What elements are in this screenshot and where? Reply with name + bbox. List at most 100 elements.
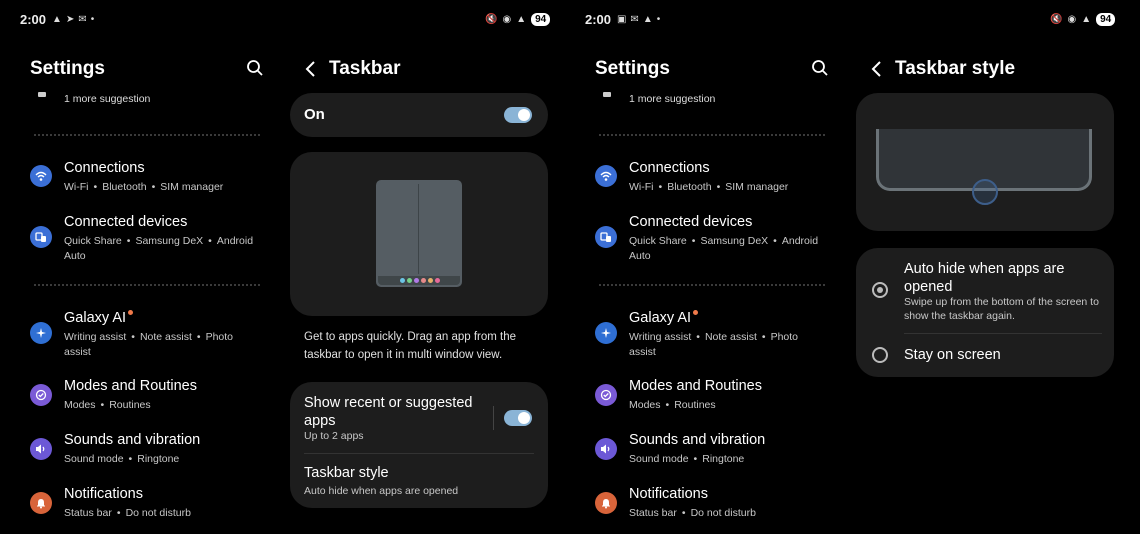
notification-icon: ▲	[642, 13, 653, 25]
master-switch-label: On	[304, 106, 325, 123]
telegram-icon: ➤	[65, 13, 75, 25]
sub-bluetooth: Bluetooth	[102, 181, 147, 193]
status-bar-right: 2:00 ▣ ✉ ▲ •	[585, 0, 664, 38]
gmail-icon: ✉	[78, 13, 87, 25]
sub-note: Note assist	[139, 331, 192, 343]
item-subtitle: Writing assist • Note assist • Photo assist	[64, 331, 234, 358]
toggle-knob	[518, 109, 530, 121]
sub-modes: Modes	[629, 399, 661, 411]
sub-dex: Samsung DeX	[700, 235, 769, 247]
item-title: Modes and Routines	[629, 378, 762, 394]
item-subtitle: Writing assist • Note assist • Photo assist	[629, 331, 799, 358]
devices-icon	[595, 226, 617, 248]
modes-icon	[30, 384, 52, 406]
settings-panel-right: Settings 1 more suggestion Connections W…	[595, 38, 835, 534]
master-toggle[interactable]	[504, 107, 532, 123]
item-title: Connected devices	[64, 214, 188, 230]
sub-status-bar: Status bar	[629, 507, 677, 519]
back-icon[interactable]	[870, 60, 884, 78]
wifi-icon	[30, 165, 52, 187]
sub-ringtone: Ringtone	[702, 453, 745, 465]
back-icon[interactable]	[304, 60, 318, 78]
sub-wifi: Wi-Fi	[629, 181, 654, 193]
item-title: Sounds and vibration	[629, 432, 766, 448]
item-title: Sounds and vibration	[64, 432, 201, 448]
item-title: Galaxy AI	[64, 310, 134, 326]
sub-routines: Routines	[109, 399, 151, 411]
signal-icon: ▲	[1081, 13, 1092, 25]
option-stay-title: Stay on screen	[904, 347, 1001, 363]
status-icons-left: 🔇 ◉ ▲ 94	[485, 0, 551, 38]
item-title-text: Galaxy AI	[629, 310, 692, 326]
bell-icon	[595, 492, 617, 514]
page-title: Settings	[595, 58, 670, 79]
item-title: Connections	[629, 160, 710, 176]
suggestion-link[interactable]: 1 more suggestion	[629, 93, 715, 105]
search-icon[interactable]	[246, 59, 264, 77]
item-subtitle: Status bar • Do not disturb	[629, 507, 756, 519]
taskbar-style-preview	[856, 93, 1114, 231]
item-title: Galaxy AI	[629, 310, 699, 326]
sub-sim: SIM manager	[160, 181, 224, 193]
item-title: Notifications	[629, 486, 708, 502]
show-recent-toggle[interactable]	[504, 410, 532, 426]
item-title: Connections	[64, 160, 145, 176]
option-stay-on-screen[interactable]: Stay on screen	[856, 334, 1114, 377]
screenshot-icon: ▣	[617, 13, 627, 25]
option-auto-hide-title: Auto hide when apps are opened	[904, 261, 1065, 295]
sub-sound-mode: Sound mode	[629, 453, 689, 465]
sound-icon	[30, 438, 52, 460]
item-subtitle: Status bar • Do not disturb	[64, 507, 191, 519]
sub-modes: Modes	[64, 399, 96, 411]
sub-sound-mode: Sound mode	[64, 453, 124, 465]
status-bar-left: 2:00 ▲ ➤ ✉ •	[20, 0, 98, 38]
battery-icon: 94	[531, 12, 551, 26]
galaxy-ai-icon	[595, 322, 617, 344]
sub-ringtone: Ringtone	[137, 453, 180, 465]
item-subtitle: Quick Share • Samsung DeX • Android Auto	[64, 235, 254, 262]
item-title: Connected devices	[629, 214, 753, 230]
suggestion-link[interactable]: 1 more suggestion	[64, 93, 150, 105]
item-subtitle: Sound mode • Ringtone	[629, 453, 745, 465]
settings-panel-left: Settings 1 more suggestion Connections W…	[30, 38, 270, 534]
mute-icon: 🔇	[485, 13, 498, 25]
dot-icon: •	[90, 13, 95, 25]
status-icons-right: 🔇 ◉ ▲ 94	[1050, 0, 1116, 38]
new-badge	[128, 310, 134, 315]
taskbar-panel: Taskbar On Get to apps quickly. Drag an …	[290, 38, 548, 534]
search-icon[interactable]	[811, 59, 829, 77]
new-badge	[693, 310, 699, 315]
battery-icon: 94	[1096, 12, 1116, 26]
dot-icon: •	[656, 13, 661, 25]
galaxy-ai-icon	[30, 322, 52, 344]
bell-icon	[30, 492, 52, 514]
notification-icon: ▲	[52, 13, 62, 25]
item-subtitle: Modes • Routines	[64, 399, 151, 411]
modes-icon	[595, 384, 617, 406]
sub-quick-share: Quick Share	[629, 235, 687, 247]
item-subtitle: Wi-Fi • Bluetooth • SIM manager	[64, 181, 224, 193]
gmail-icon: ✉	[630, 13, 639, 25]
suggestion-icon	[603, 92, 611, 97]
wifi-icon	[595, 165, 617, 187]
page-title: Taskbar	[329, 58, 401, 79]
signal-icon: ▲	[516, 13, 527, 25]
foldable-illustration	[376, 180, 462, 287]
taskbar-style-item[interactable]: Taskbar style Auto hide when apps are op…	[290, 454, 548, 508]
status-time: 2:00	[585, 11, 612, 27]
taskbar-options-card: Show recent or suggested apps Up to 2 ap…	[290, 382, 548, 508]
taskbar-preview	[290, 152, 548, 316]
item-subtitle: Wi-Fi • Bluetooth • SIM manager	[629, 181, 789, 193]
taskbar-style-options: Auto hide when apps are opened Swipe up …	[856, 248, 1114, 377]
divider	[599, 284, 825, 286]
taskbar-master-switch[interactable]: On	[290, 93, 548, 137]
radio-auto-hide[interactable]	[872, 282, 888, 298]
suggestion-icon	[38, 92, 46, 97]
option-auto-hide[interactable]: Auto hide when apps are opened Swipe up …	[856, 248, 1114, 332]
mute-icon: 🔇	[1050, 13, 1063, 25]
taskbar-description: Get to apps quickly. Drag an app from th…	[304, 331, 517, 361]
sub-sim: SIM manager	[725, 181, 789, 193]
sub-routines: Routines	[674, 399, 716, 411]
divider	[34, 134, 260, 136]
radio-stay-on-screen[interactable]	[872, 347, 888, 363]
